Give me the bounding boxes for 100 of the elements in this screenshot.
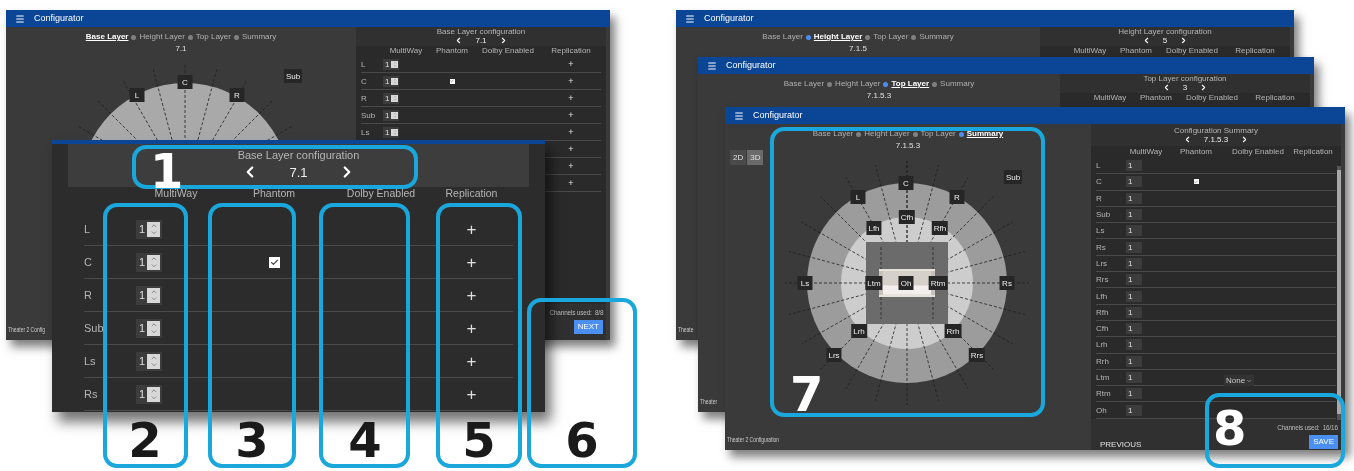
stepper-icon[interactable] — [147, 386, 161, 402]
step-tab[interactable]: Top Layer — [891, 80, 930, 89]
number-field[interactable]: 1 — [136, 219, 163, 239]
stepper-icon[interactable] — [391, 60, 399, 68]
add-button[interactable]: + — [466, 385, 477, 403]
step-tab[interactable]: Summary — [966, 130, 1004, 139]
checkbox[interactable] — [1193, 179, 1199, 185]
speaker-tag[interactable]: Rrs — [968, 348, 986, 362]
speaker-tag[interactable]: Rrh — [944, 324, 962, 338]
add-button[interactable]: + — [568, 76, 574, 86]
number-field[interactable]: 1 — [1126, 257, 1142, 269]
add-button[interactable]: + — [568, 178, 574, 188]
step-tab[interactable]: Height Layer — [139, 33, 185, 42]
add-button[interactable]: + — [568, 93, 574, 103]
stepper-icon[interactable] — [147, 320, 161, 336]
number-field[interactable]: 1 — [383, 75, 400, 87]
step-tab[interactable]: Summary — [919, 33, 954, 42]
stepper-icon[interactable] — [391, 111, 399, 119]
speaker-tag[interactable]: Rtm — [928, 276, 948, 290]
stepper-icon[interactable] — [391, 77, 399, 85]
stepper-icon[interactable] — [147, 287, 161, 303]
number-field[interactable]: 1 — [1126, 404, 1142, 416]
view-toggle[interactable]: 3D — [747, 150, 764, 165]
number-field[interactable]: 1 — [1126, 241, 1142, 253]
step-tab[interactable]: Top Layer — [920, 130, 956, 139]
stepper-icon[interactable] — [147, 254, 161, 270]
number-field[interactable]: 1 — [1126, 176, 1142, 188]
menu-icon[interactable] — [707, 60, 717, 71]
speaker-tag[interactable]: L — [850, 190, 866, 204]
speaker-tag[interactable]: C — [898, 176, 914, 190]
add-button[interactable]: + — [466, 352, 477, 370]
checkbox[interactable] — [268, 256, 280, 268]
step-tab[interactable]: Base Layer — [783, 80, 825, 89]
speaker-tag[interactable]: Sub — [283, 69, 303, 83]
speaker-tag[interactable]: Sub — [1003, 170, 1023, 184]
number-field[interactable]: 1 — [1126, 372, 1142, 383]
number-field[interactable]: 1 — [383, 126, 400, 138]
number-field[interactable]: 1 — [1126, 209, 1142, 221]
speaker-tag[interactable]: Lfh — [866, 221, 882, 235]
menu-icon[interactable] — [685, 13, 695, 24]
number-field[interactable]: 1 — [1126, 192, 1142, 204]
speaker-tag[interactable]: Rfh — [931, 221, 949, 235]
add-button[interactable]: + — [568, 110, 574, 120]
speaker-tag[interactable]: L — [129, 88, 145, 102]
speaker-tag[interactable]: Lrs — [826, 348, 842, 362]
step-tab[interactable]: Summary — [940, 80, 975, 89]
speaker-tag[interactable]: C — [177, 75, 193, 89]
number-field[interactable]: 1 — [1126, 274, 1142, 286]
number-field[interactable]: 1 — [1126, 225, 1142, 237]
speaker-tag[interactable]: Ls — [797, 276, 813, 290]
scrollbar[interactable] — [1337, 166, 1341, 420]
speaker-tag[interactable]: Rs — [999, 276, 1015, 290]
menu-icon[interactable] — [734, 110, 744, 121]
add-button[interactable]: + — [568, 59, 574, 69]
dropdown[interactable]: None — [1224, 375, 1255, 386]
speaker-tag[interactable]: R — [949, 190, 965, 204]
step-tab[interactable]: Height Layer — [835, 80, 881, 89]
add-button[interactable]: + — [568, 144, 574, 154]
add-button[interactable]: + — [466, 286, 477, 304]
speaker-tag[interactable]: R — [229, 88, 245, 102]
step-tab[interactable]: Base Layer — [762, 33, 803, 42]
step-tab[interactable]: Top Layer — [195, 33, 231, 42]
number-field[interactable]: 1 — [136, 285, 163, 305]
number-field[interactable]: 1 — [1126, 339, 1142, 351]
step-tab[interactable]: Height Layer — [864, 130, 910, 139]
number-field[interactable]: 1 — [1126, 160, 1142, 172]
step-tab[interactable]: Base Layer — [85, 33, 129, 42]
stepper-icon[interactable] — [147, 221, 161, 237]
number-field[interactable]: 1 — [1126, 306, 1142, 318]
stepper-icon[interactable] — [391, 94, 399, 102]
number-field[interactable]: 1 — [136, 252, 163, 272]
number-field[interactable]: 1 — [136, 351, 163, 371]
menu-icon[interactable] — [15, 13, 25, 24]
number-field[interactable]: 1 — [383, 92, 400, 104]
number-field[interactable]: 1 — [383, 109, 400, 121]
speaker-tag[interactable]: Oh — [898, 276, 914, 290]
checkbox[interactable] — [449, 78, 455, 84]
add-button[interactable]: + — [568, 161, 574, 171]
number-field[interactable]: 1 — [1126, 355, 1142, 367]
add-button[interactable]: + — [466, 220, 477, 238]
number-field[interactable]: 1 — [136, 384, 163, 404]
add-button[interactable]: + — [568, 127, 574, 137]
step-tab[interactable]: Summary — [242, 33, 277, 42]
number-field[interactable]: 1 — [1126, 323, 1142, 335]
number-field[interactable]: 1 — [1126, 388, 1142, 400]
number-field[interactable]: 1 — [1126, 290, 1142, 302]
add-button[interactable]: + — [466, 319, 477, 337]
number-field[interactable]: 1 — [136, 318, 163, 338]
speaker-tag[interactable]: Lrh — [851, 324, 867, 338]
speaker-tag[interactable]: Ltm — [865, 276, 883, 290]
stepper-icon[interactable] — [147, 353, 161, 369]
step-tab[interactable]: Top Layer — [873, 33, 909, 42]
previous-button[interactable]: PREVIOUS — [1094, 440, 1142, 449]
view-toggle[interactable]: 2D — [730, 150, 747, 165]
add-button[interactable]: + — [466, 253, 477, 271]
speaker-tag[interactable]: Cfh — [898, 210, 916, 224]
step-tab[interactable]: Base Layer — [812, 130, 854, 139]
stepper-icon[interactable] — [391, 128, 399, 136]
number-field[interactable]: 1 — [383, 58, 400, 70]
step-tab[interactable]: Height Layer — [813, 33, 863, 42]
